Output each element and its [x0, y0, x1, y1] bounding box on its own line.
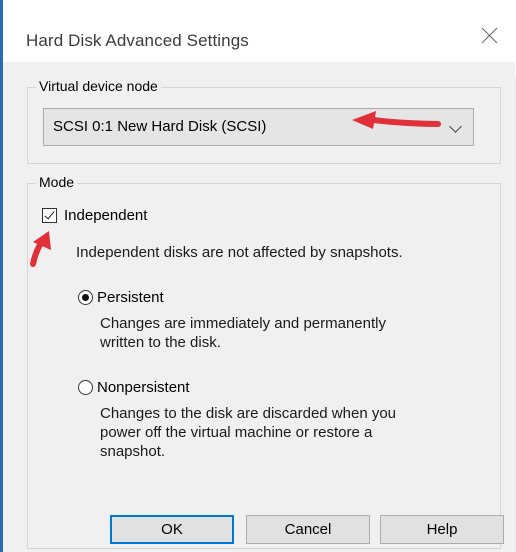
nonpersistent-desc-line: Changes to the disk are discarded when y…: [100, 405, 397, 422]
dialog-content: Virtual device node SCSI 0:1 New Hard Di…: [3, 62, 515, 552]
persistent-desc-line: written to the disk.: [100, 334, 221, 351]
red-arrow-annotation-head: [352, 111, 376, 129]
help-button[interactable]: Help: [380, 515, 504, 544]
advanced-settings-dialog: Hard Disk Advanced Settings Virtual devi…: [0, 0, 516, 552]
nonpersistent-desc-line: power off the virtual machine or restore…: [100, 424, 373, 441]
mode-group: Mode Independent Independent disks are n…: [27, 174, 501, 549]
ok-button[interactable]: OK: [110, 515, 234, 544]
persistent-desc-line: Changes are immediately and permanently: [100, 315, 386, 332]
nonpersistent-label: Nonpersistent: [97, 379, 190, 396]
persistent-radio[interactable]: [78, 290, 93, 305]
independent-checkbox[interactable]: [42, 208, 57, 223]
red-arrow-annotation-icon: [30, 231, 51, 267]
mode-legend: Mode: [36, 174, 78, 190]
independent-label: Independent: [64, 207, 148, 224]
red-arrow-annotation-shaft: [30, 240, 44, 267]
persistent-description: Changes are immediately and permanently …: [100, 314, 480, 352]
close-icon[interactable]: [477, 22, 503, 48]
nonpersistent-radio[interactable]: [78, 380, 93, 395]
dialog-title: Hard Disk Advanced Settings: [26, 31, 249, 50]
red-arrow-annotation-icon: [352, 111, 441, 129]
cancel-button[interactable]: Cancel: [246, 515, 370, 544]
chevron-down-icon: [449, 120, 462, 133]
virtual-device-node-value: SCSI 0:1 New Hard Disk (SCSI): [53, 118, 267, 135]
nonpersistent-desc-line: snapshot.: [100, 443, 166, 460]
independent-description: Independent disks are not affected by sn…: [76, 244, 403, 261]
red-arrow-annotation-shaft: [371, 117, 441, 127]
virtual-device-node-legend: Virtual device node: [36, 78, 161, 94]
nonpersistent-description: Changes to the disk are discarded when y…: [100, 404, 480, 461]
persistent-label: Persistent: [97, 289, 164, 306]
